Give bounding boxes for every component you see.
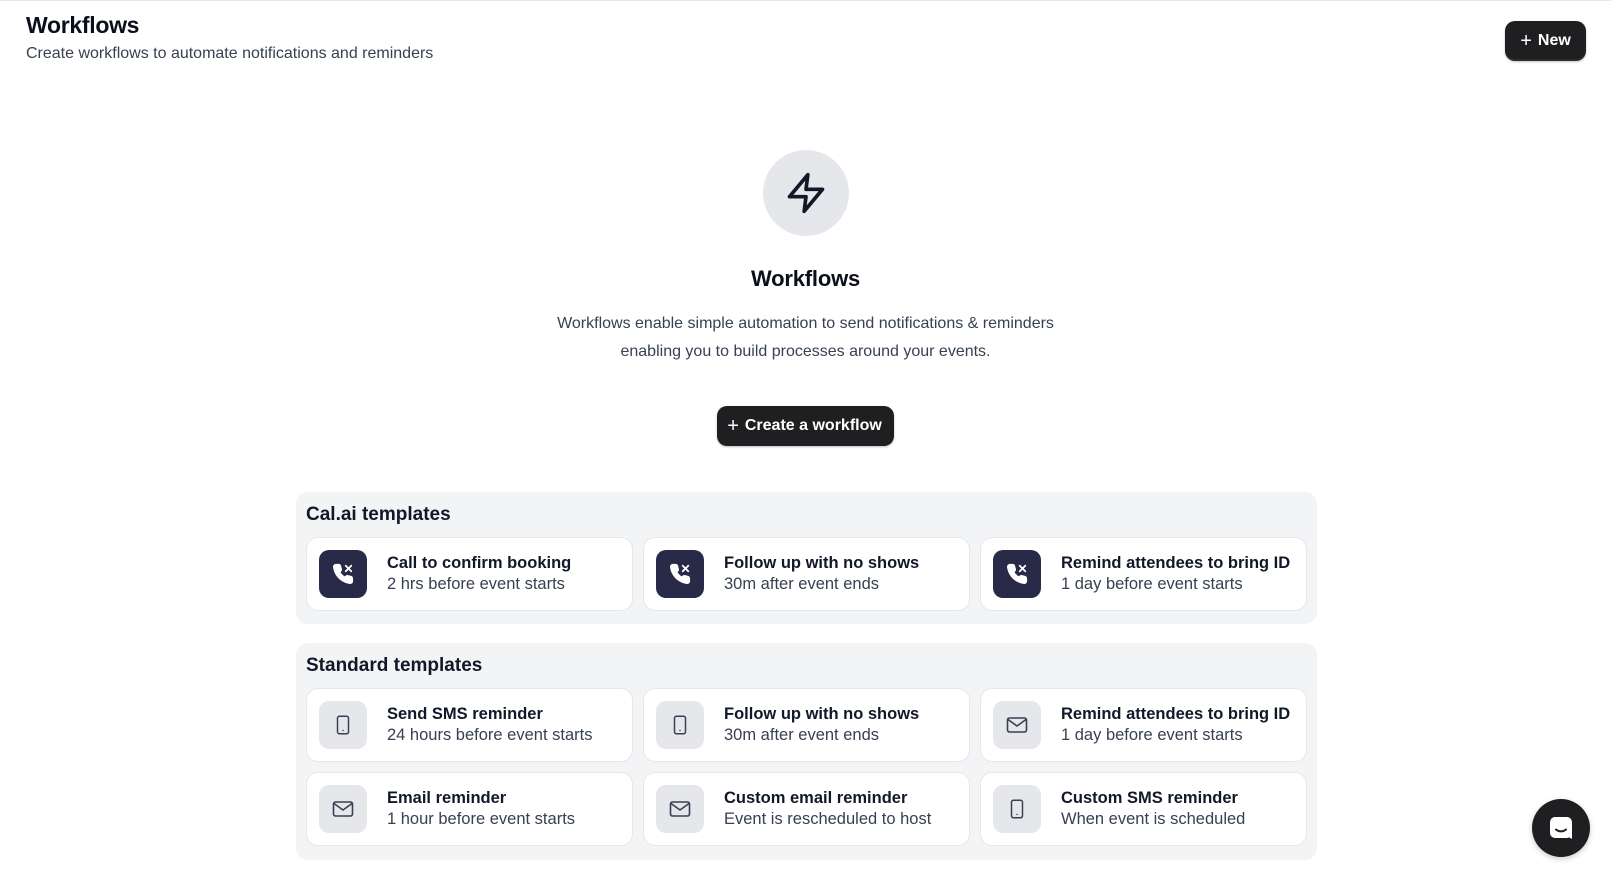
template-card-follow-up-no-shows[interactable]: Follow up with no shows 30m after event … [643,537,970,611]
phone-call-icon [656,550,704,598]
template-title: Send SMS reminder [387,705,543,723]
smartphone-icon [993,785,1041,833]
template-subtitle: 30m after event ends [724,726,880,744]
section-title: Standard templates [306,655,483,676]
plus-icon: + [1520,30,1532,52]
calai-templates-section: Cal.ai templates Call to confirm booking… [296,492,1317,624]
page-title: Workflows [26,12,140,38]
template-card-remind-bring-id[interactable]: Remind attendees to bring ID 1 day befor… [980,537,1307,611]
section-title: Cal.ai templates [306,504,451,525]
plus-icon: + [727,415,739,437]
mail-icon [656,785,704,833]
template-title: Remind attendees to bring ID [1061,705,1291,723]
template-subtitle: 24 hours before event starts [387,726,593,744]
create-workflow-label: Create a workflow [744,417,882,434]
smartphone-icon [656,701,704,749]
template-subtitle: Event is rescheduled to host [724,810,932,828]
page-subtitle: Create workflows to automate notificatio… [26,45,434,62]
smartphone-icon [319,701,367,749]
create-workflow-button[interactable]: + Create a workflow [717,406,894,446]
top-border [0,0,1611,1]
template-card-remind-bring-id-email[interactable]: Remind attendees to bring ID 1 day befor… [980,688,1307,762]
empty-state-title: Workflows [750,266,861,291]
chat-launcher-button[interactable] [1532,799,1590,857]
template-title: Custom email reminder [724,789,908,807]
new-button-label: New [1537,32,1571,49]
template-title: Call to confirm booking [387,554,572,572]
template-title: Follow up with no shows [724,705,920,723]
template-card-custom-email-reminder[interactable]: Custom email reminder Event is reschedul… [643,772,970,846]
template-subtitle: 1 day before event starts [1061,726,1243,744]
template-title: Custom SMS reminder [1061,789,1238,807]
page-header: Workflows Create workflows to automate n… [26,12,433,63]
phone-call-icon [319,550,367,598]
lightning-bolt-icon [762,150,849,236]
template-card-call-to-confirm[interactable]: Call to confirm booking 2 hrs before eve… [306,537,633,611]
phone-call-icon [993,550,1041,598]
template-subtitle: 30m after event ends [724,575,880,593]
mail-icon [319,785,367,833]
empty-state-description: Workflows enable simple automation to se… [557,315,1054,360]
mail-icon [993,701,1041,749]
template-subtitle: When event is scheduled [1061,810,1246,828]
template-card-follow-up-no-shows-sms[interactable]: Follow up with no shows 30m after event … [643,688,970,762]
template-card-send-sms-reminder[interactable]: Send SMS reminder 24 hours before event … [306,688,633,762]
template-subtitle: 2 hrs before event starts [387,575,565,593]
template-title: Follow up with no shows [724,554,920,572]
template-card-custom-sms-reminder[interactable]: Custom SMS reminder When event is schedu… [980,772,1307,846]
new-workflow-button[interactable]: + New [1505,21,1586,61]
empty-state: Workflows Workflows enable simple automa… [0,150,1611,446]
template-card-email-reminder[interactable]: Email reminder 1 hour before event start… [306,772,633,846]
template-title: Email reminder [387,789,507,807]
standard-templates-section: Standard templates Send SMS reminder 24 … [296,643,1317,860]
template-subtitle: 1 hour before event starts [387,810,576,828]
template-title: Remind attendees to bring ID [1061,554,1291,572]
chat-bubble-icon [1550,817,1572,839]
template-subtitle: 1 day before event starts [1061,575,1243,593]
